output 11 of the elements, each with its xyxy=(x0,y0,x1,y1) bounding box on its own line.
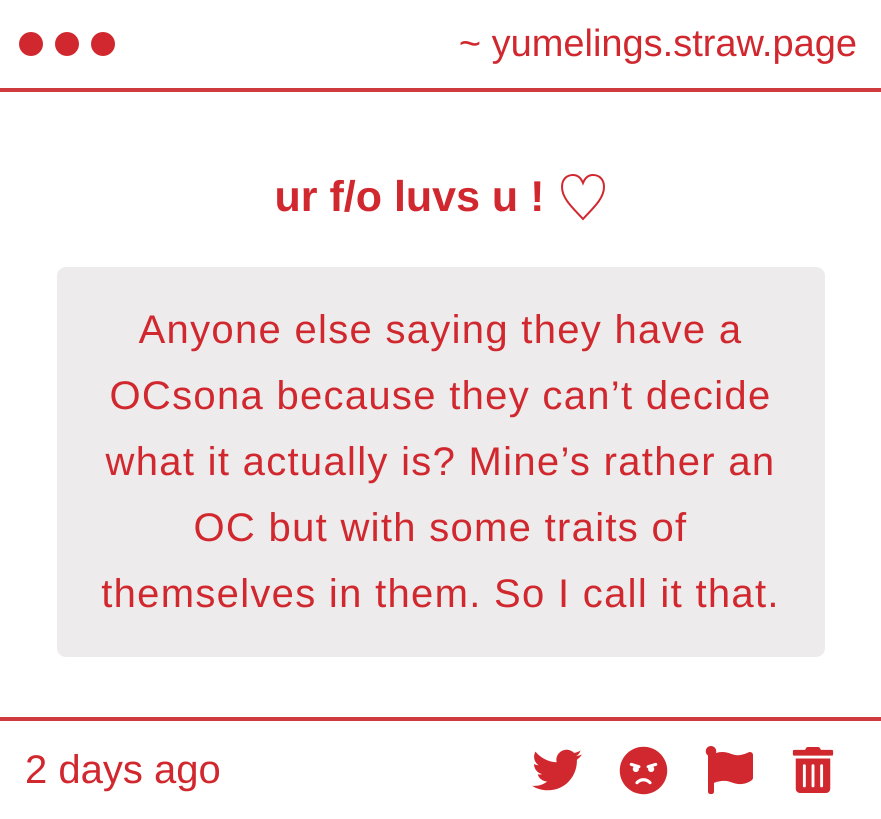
angry-face-icon[interactable] xyxy=(619,746,668,794)
window-dot-icon xyxy=(55,32,79,56)
trash-icon[interactable] xyxy=(790,747,836,793)
message-text: Anyone else saying they have a OCsona because they can’t decide what it actually is? Mine’s rather an OC but with some traits of themselves in them. So I call it that. xyxy=(100,307,781,618)
flag-icon[interactable] xyxy=(705,746,753,794)
post-time: 2 days ago xyxy=(25,748,221,792)
post-title: ur f/o luvs u ! xyxy=(274,172,544,222)
heart-icon xyxy=(560,173,606,221)
window-dot-icon xyxy=(91,32,115,56)
site-url: ~ yumelings.straw.page xyxy=(458,22,857,66)
window-dot-icon xyxy=(19,32,43,56)
